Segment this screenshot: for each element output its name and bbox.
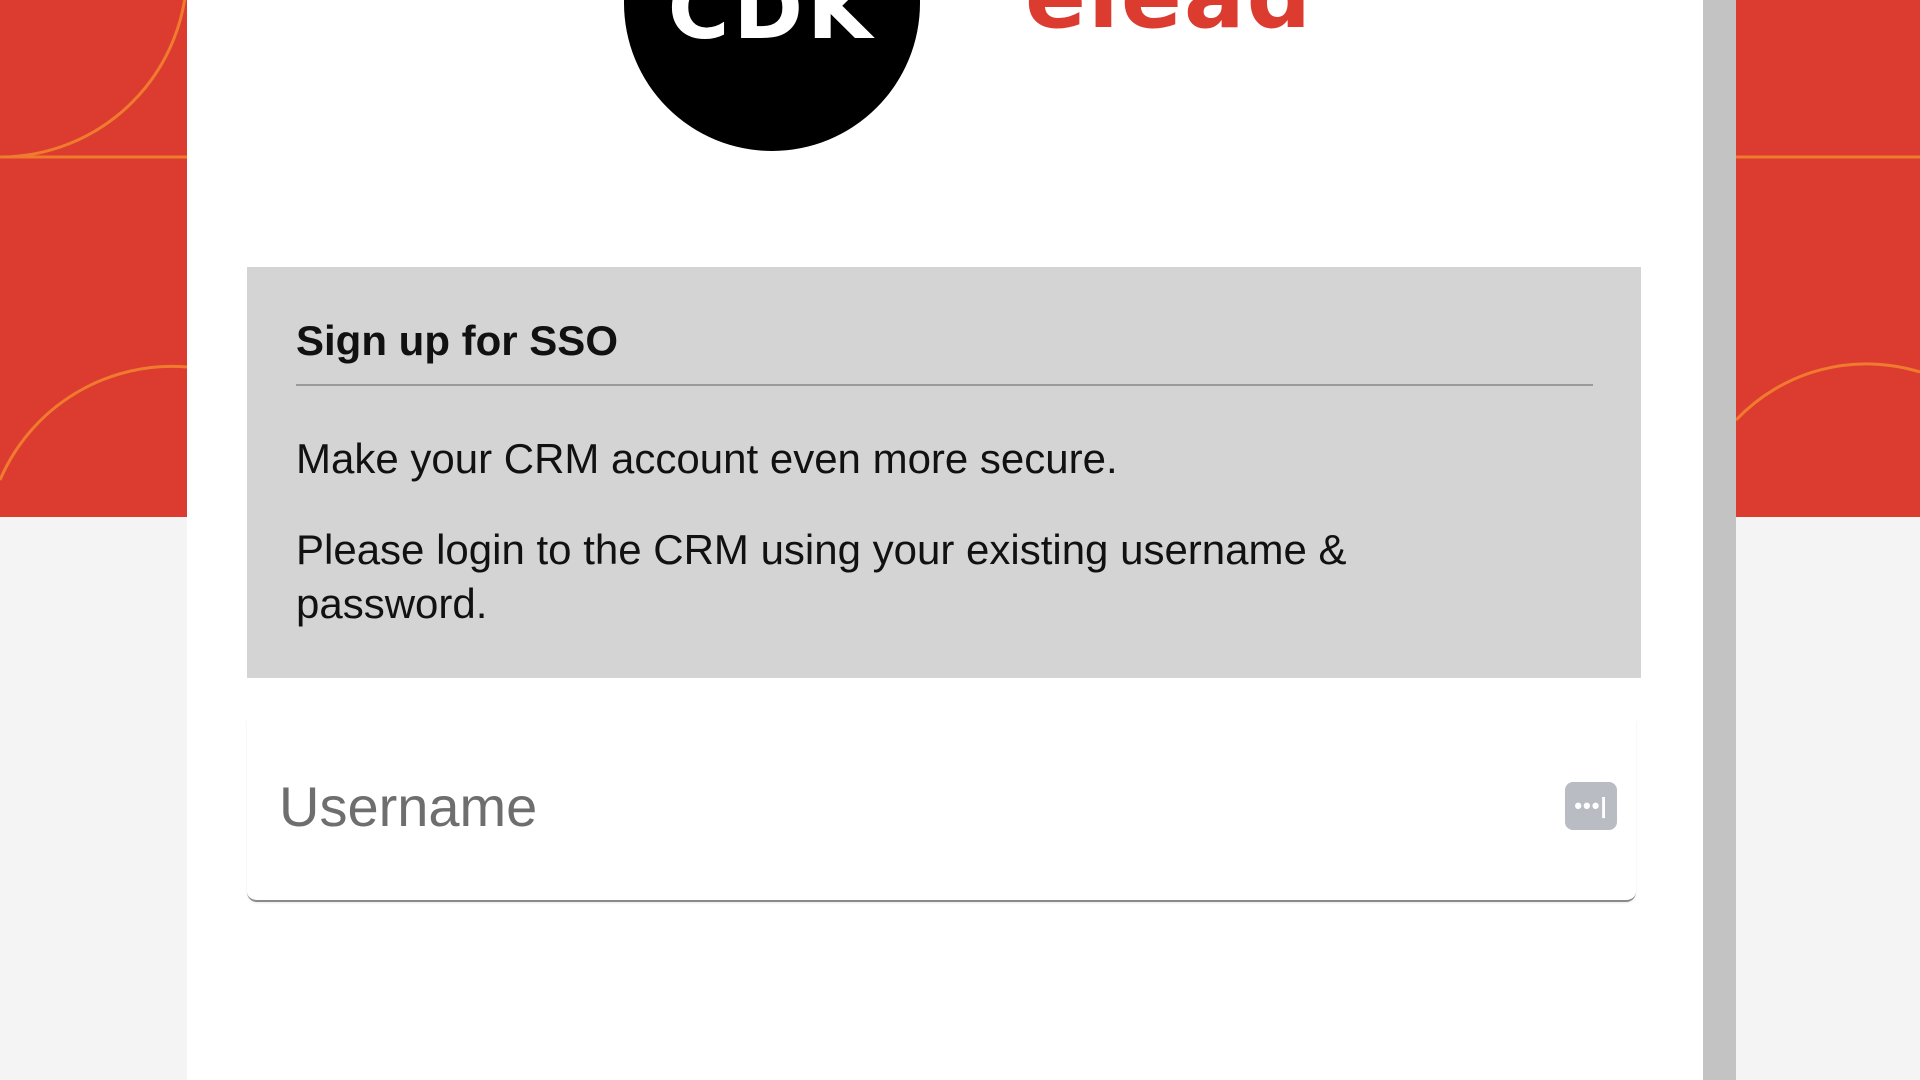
sso-notice-line2: Please login to the CRM using your exist… bbox=[296, 526, 1347, 627]
dots-glyph: •••| bbox=[1574, 793, 1608, 818]
sso-notice-line1: Make your CRM account even more secure. bbox=[296, 435, 1118, 482]
sso-notice-title: Sign up for SSO bbox=[296, 317, 618, 364]
sso-notice-divider bbox=[296, 384, 1593, 386]
logo-header: CDK elead bbox=[187, 0, 1703, 160]
password-manager-icon[interactable]: •••| bbox=[1565, 782, 1617, 830]
cdk-logo: CDK bbox=[624, 0, 920, 151]
elead-logo: elead bbox=[1025, 0, 1313, 42]
cdk-logo-text: CDK bbox=[667, 0, 877, 58]
username-field[interactable]: •••| bbox=[247, 720, 1636, 902]
scrollbar[interactable] bbox=[1703, 0, 1736, 1080]
sso-notice: Sign up for SSO Make your CRM account ev… bbox=[247, 267, 1641, 678]
login-card: CDK elead Sign up for SSO Make your CRM … bbox=[187, 0, 1703, 1080]
login-page: CDK elead Sign up for SSO Make your CRM … bbox=[0, 0, 1920, 1080]
username-input[interactable] bbox=[277, 770, 1531, 842]
